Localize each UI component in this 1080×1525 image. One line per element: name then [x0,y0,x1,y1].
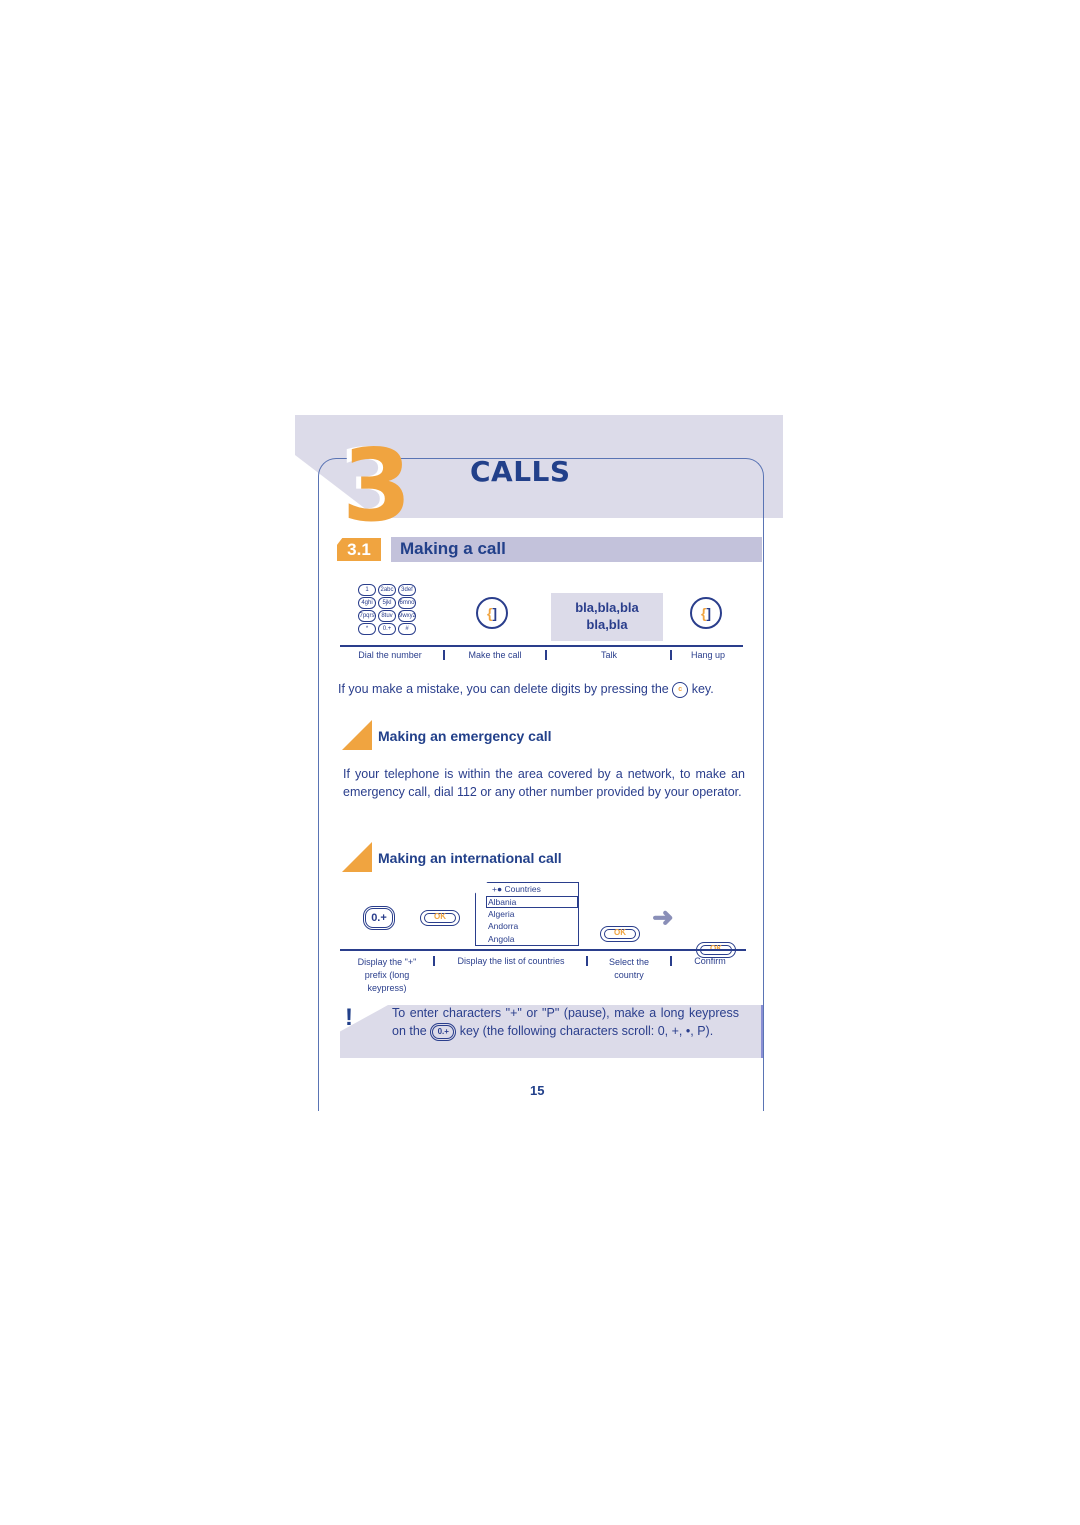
steps-divider [340,645,743,647]
caption-separator [586,956,588,966]
caption-separator [545,650,547,660]
page-number: 15 [530,1083,545,1098]
keypad-key: # [398,623,416,635]
international-divider [340,949,746,951]
keypad-key: 0.+ [378,623,396,635]
keypad-key: 4ghi [358,597,376,609]
keypad-key: * [358,623,376,635]
caption-separator [670,956,672,966]
mistake-suffix: key. [691,682,714,696]
section-number: 3.1 [337,538,381,561]
ok-key-icon: OK [420,910,460,926]
countries-header: +● Countries [492,884,541,894]
call-key-icon: {] [476,597,508,629]
keypad-icon: 1 2abc 3def 4ghi 5jkl 6mno 7pqrs 8tuv 9wxyz * 0.+ # [358,584,416,635]
caption-make-call: Make the call [468,650,522,660]
keypad-key: 8tuv [378,610,396,622]
clear-key-icon: c [672,681,689,698]
ok-key-icon: OK [600,926,640,942]
emergency-text: If your telephone is within the area cov… [343,767,745,799]
country-item: Andorra [488,921,519,931]
keypad-key: 1 [358,584,376,596]
caption-separator [443,650,445,660]
mistake-paragraph: If you make a mistake, you can delete di… [338,680,758,698]
international-title: Making an international call [378,850,562,866]
orange-triangle-icon [342,720,372,750]
country-item: Angola [488,933,515,944]
note-side-bar [761,1005,763,1058]
chapter-number: 3 [342,427,412,544]
talk-line-2: bla,bla [586,617,628,632]
keypad-key: 9wxyz [398,610,416,622]
keypad-key: 5jkl [378,597,396,609]
keypad-key: 3def [398,584,416,596]
ok-label: OK [614,928,626,937]
caption-display-prefix: Display the "+" prefix (long keypress) [357,957,417,993]
exclamation-icon: ! [345,1004,353,1031]
caption-display-countries: Display the list of countries [457,956,565,966]
talk-bubble: bla,bla,bla bla,bla [551,593,663,641]
caption-confirm: Confirm [694,956,726,966]
arrow-right-icon: ➜ [652,902,674,932]
caption-talk: Talk [600,650,617,660]
ok-label: OK [434,912,446,921]
hangup-key-icon: {] [690,597,722,629]
keypad-key: 7pqrs [358,610,376,622]
chapter-title: CALLS [470,455,571,488]
caption-dial: Dial the number [358,650,422,660]
countries-header-label: Countries [504,884,541,894]
orange-triangle-icon [342,842,372,872]
emergency-title: Making an emergency call [378,728,552,744]
caption-separator [433,956,435,966]
zero-plus-key-icon: 0.+ [363,906,395,930]
section-title: Making a call [400,539,506,558]
country-item-selected: Albania [486,895,578,908]
talk-line-1: bla,bla,bla [575,600,639,615]
note-part-2: key (the following characters scroll: 0,… [459,1024,714,1038]
countries-screen: +● Countries Albania Algeria Andorra Ang… [475,882,579,946]
keypad-key: 6mno [398,597,416,609]
country-item: Algeria [488,908,515,919]
zero-plus-key-icon: 0.+ [430,1022,457,1041]
mistake-text: If you make a mistake, you can delete di… [338,682,669,696]
caption-select-country: Select the country [608,957,650,980]
caption-separator [670,650,672,660]
caption-hang-up: Hang up [690,650,726,660]
keypad-key: 2abc [378,584,396,596]
note-text: To enter characters "+" or "P" (pause), … [392,1004,739,1041]
